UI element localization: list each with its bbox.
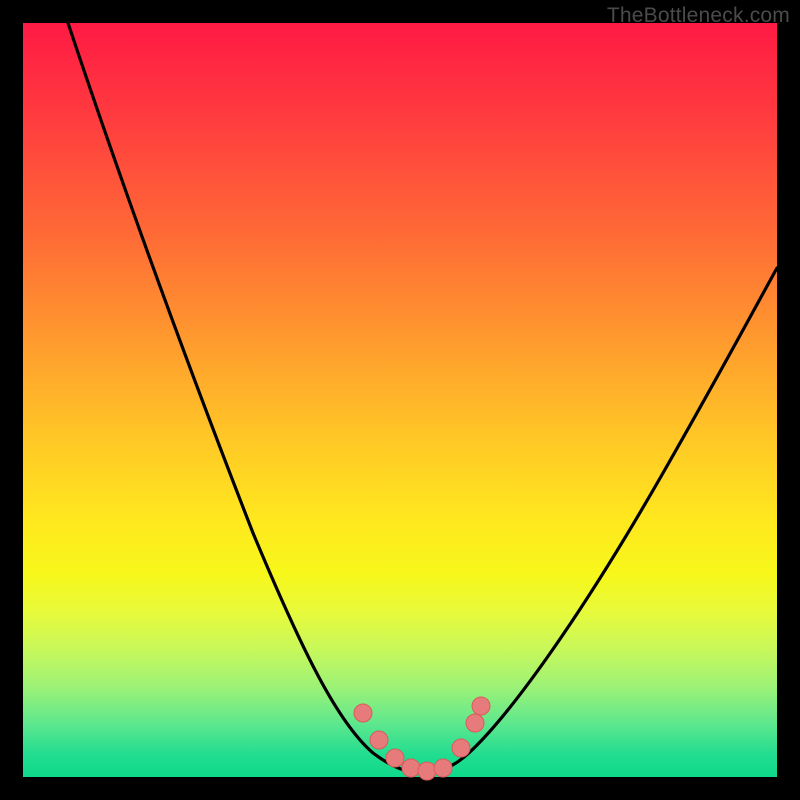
marker-dot (354, 704, 372, 722)
curve-path (68, 23, 777, 773)
marker-dot (452, 739, 470, 757)
watermark-text: TheBottleneck.com (607, 4, 790, 28)
marker-dot (370, 731, 388, 749)
marker-dot (434, 759, 452, 777)
marker-dot (402, 759, 420, 777)
marker-dot (386, 749, 404, 767)
plot-area (23, 23, 777, 777)
marker-dot (472, 697, 490, 715)
marker-dot (466, 714, 484, 732)
bottleneck-curve (23, 23, 777, 777)
chart-frame: TheBottleneck.com (0, 0, 800, 800)
highlight-markers (354, 697, 490, 780)
marker-dot (418, 762, 436, 780)
